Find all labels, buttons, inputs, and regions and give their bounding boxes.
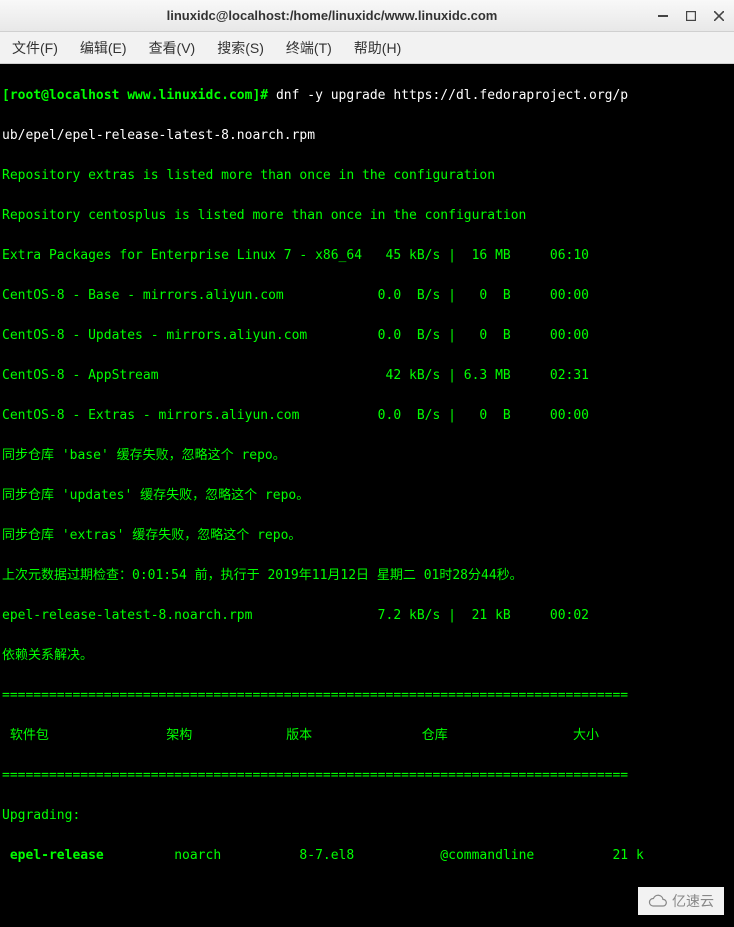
window-titlebar: linuxidc@localhost:/home/linuxidc/www.li…	[0, 0, 734, 32]
output-line: Extra Packages for Enterprise Linux 7 - …	[2, 246, 732, 266]
separator-line: ========================================…	[2, 686, 732, 706]
cloud-icon	[648, 894, 668, 908]
watermark: 亿速云	[638, 887, 724, 915]
window-title: linuxidc@localhost:/home/linuxidc/www.li…	[8, 8, 656, 23]
menu-file[interactable]: 文件(F)	[6, 36, 64, 60]
separator-line: ========================================…	[2, 766, 732, 786]
output-line: 同步仓库 'base' 缓存失败，忽略这个 repo。	[2, 446, 732, 466]
package-details: noarch 8-7.el8 @commandline 21 k	[104, 848, 644, 863]
menu-help[interactable]: 帮助(H)	[348, 36, 407, 60]
output-line: epel-release-latest-8.noarch.rpm 7.2 kB/…	[2, 606, 732, 626]
output-line: Repository centosplus is listed more tha…	[2, 206, 732, 226]
command-line: dnf -y upgrade https://dl.fedoraproject.…	[276, 88, 628, 103]
maximize-button[interactable]	[684, 9, 698, 23]
package-name: epel-release	[2, 848, 104, 863]
terminal-output[interactable]: [root@localhost www.linuxidc.com]# dnf -…	[0, 64, 734, 927]
menu-view[interactable]: 查看(V)	[143, 36, 202, 60]
output-line	[2, 886, 732, 906]
menu-search[interactable]: 搜索(S)	[211, 36, 270, 60]
output-line: 上次元数据过期检查：0:01:54 前，执行于 2019年11月12日 星期二 …	[2, 566, 732, 586]
shell-prompt: [root@localhost www.linuxidc.com]#	[2, 88, 276, 103]
command-line-cont: ub/epel/epel-release-latest-8.noarch.rpm	[2, 126, 732, 146]
table-header: 软件包 架构 版本 仓库 大小	[2, 726, 732, 746]
watermark-text: 亿速云	[672, 891, 714, 911]
output-line: CentOS-8 - Updates - mirrors.aliyun.com …	[2, 326, 732, 346]
minimize-button[interactable]	[656, 9, 670, 23]
menu-terminal[interactable]: 终端(T)	[280, 36, 338, 60]
output-line: 同步仓库 'updates' 缓存失败，忽略这个 repo。	[2, 486, 732, 506]
output-line: Repository extras is listed more than on…	[2, 166, 732, 186]
menu-edit[interactable]: 编辑(E)	[74, 36, 133, 60]
output-line: CentOS-8 - Extras - mirrors.aliyun.com 0…	[2, 406, 732, 426]
output-line: 同步仓库 'extras' 缓存失败，忽略这个 repo。	[2, 526, 732, 546]
close-button[interactable]	[712, 9, 726, 23]
window-controls	[656, 9, 726, 23]
output-line: 依赖关系解决。	[2, 646, 732, 666]
output-line: CentOS-8 - AppStream 42 kB/s | 6.3 MB 02…	[2, 366, 732, 386]
menubar: 文件(F) 编辑(E) 查看(V) 搜索(S) 终端(T) 帮助(H)	[0, 32, 734, 64]
upgrading-label: Upgrading:	[2, 806, 732, 826]
output-line: CentOS-8 - Base - mirrors.aliyun.com 0.0…	[2, 286, 732, 306]
